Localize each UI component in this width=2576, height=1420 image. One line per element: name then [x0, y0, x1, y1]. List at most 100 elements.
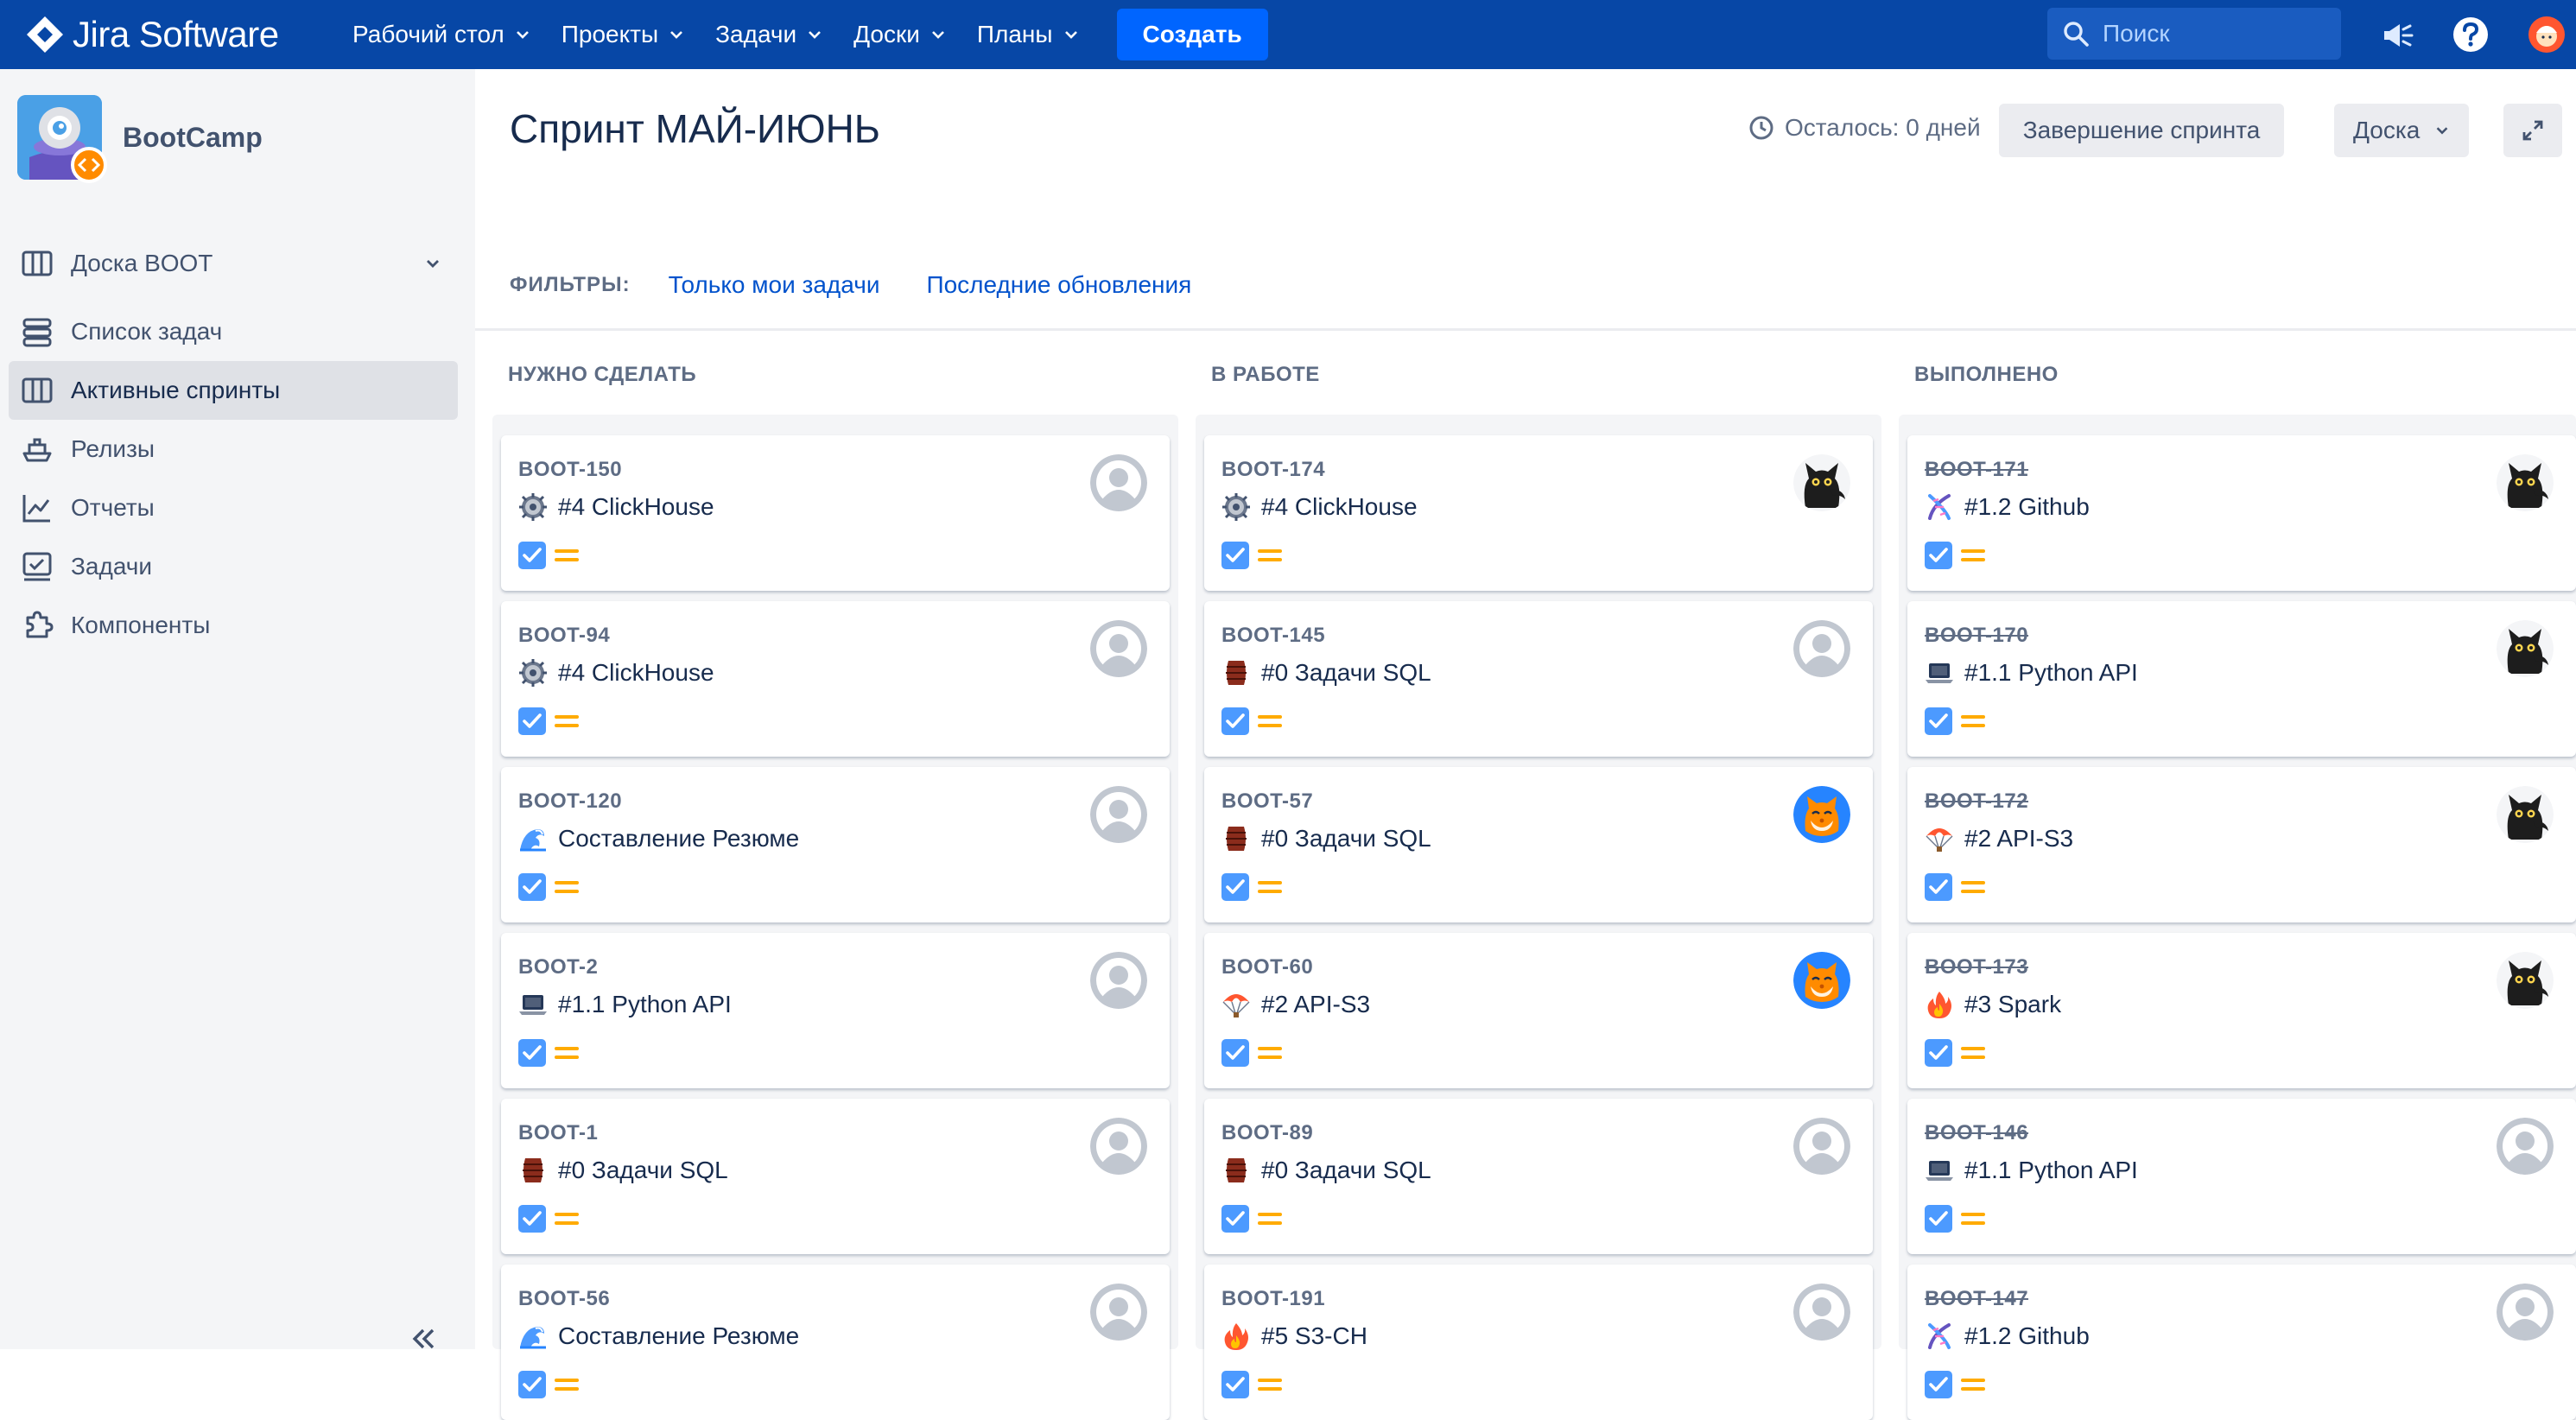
issue-card[interactable]: BOOT-89 #0 Задачи SQL — [1204, 1099, 1873, 1254]
issue-card[interactable]: BOOT-174 #4 ClickHouse — [1204, 435, 1873, 591]
assignee-avatar[interactable] — [1090, 620, 1147, 677]
issue-card[interactable]: BOOT-145 #0 Задачи SQL — [1204, 601, 1873, 757]
assignee-avatar[interactable] — [1090, 454, 1147, 511]
issue-key[interactable]: BOOT-120 — [518, 789, 622, 814]
issue-summary: #1.2 Github — [1925, 1322, 2090, 1351]
assignee-avatar[interactable] — [2497, 1284, 2554, 1341]
assignee-avatar[interactable] — [1793, 1118, 1850, 1175]
issue-key[interactable]: BOOT-173 — [1925, 955, 2028, 979]
project-sidebar: BootCamp Доска BOOT Список задач Активны… — [0, 69, 475, 1349]
issue-key[interactable]: BOOT-89 — [1221, 1121, 1313, 1145]
issue-card[interactable]: BOOT-170 #1.1 Python API — [1907, 601, 2576, 757]
nav-dashboard[interactable]: Рабочий стол — [352, 21, 532, 48]
issue-card[interactable]: BOOT-171 #1.2 Github — [1907, 435, 2576, 591]
issue-summary: #5 S3-CH — [1221, 1322, 1367, 1351]
nav-projects[interactable]: Проекты — [562, 21, 686, 48]
assignee-avatar[interactable] — [1793, 786, 1850, 843]
assignee-avatar[interactable] — [1090, 1118, 1147, 1175]
complete-sprint-button[interactable]: Завершение спринта — [1999, 104, 2284, 157]
assignee-avatar[interactable] — [1090, 1284, 1147, 1341]
issue-card[interactable]: BOOT-191 #5 S3-CH — [1204, 1265, 1873, 1420]
issue-key[interactable]: BOOT-1 — [518, 1121, 598, 1145]
assignee-avatar[interactable] — [1793, 454, 1850, 511]
create-button[interactable]: Создать — [1116, 9, 1268, 60]
issue-key[interactable]: BOOT-57 — [1221, 789, 1313, 814]
issue-key[interactable]: BOOT-171 — [1925, 458, 2028, 482]
issue-card[interactable]: BOOT-94 #4 ClickHouse — [501, 601, 1170, 757]
issue-key[interactable]: BOOT-94 — [518, 624, 610, 648]
assignee-avatar[interactable] — [1090, 786, 1147, 843]
help-icon[interactable] — [2452, 16, 2490, 54]
issue-summary-text: #4 ClickHouse — [558, 493, 714, 520]
issue-card[interactable]: BOOT-146 #1.1 Python API — [1907, 1099, 2576, 1254]
issue-summary: #4 ClickHouse — [1221, 492, 1418, 522]
sidebar-item-issues[interactable]: Задачи — [9, 537, 458, 596]
task-type-icon — [518, 542, 546, 569]
assignee-avatar[interactable] — [2497, 1118, 2554, 1175]
task-type-icon — [1221, 1039, 1249, 1067]
assignee-avatar[interactable] — [2497, 786, 2554, 843]
laptop-icon — [518, 990, 548, 1019]
gear-icon — [518, 658, 548, 688]
issue-key[interactable]: BOOT-172 — [1925, 789, 2028, 814]
priority-medium-icon — [1961, 1043, 1985, 1063]
sidebar-item-backlog[interactable]: Список задач — [9, 302, 458, 361]
issue-card[interactable]: BOOT-147 #1.2 Github — [1907, 1265, 2576, 1420]
assignee-avatar[interactable] — [2497, 952, 2554, 1009]
search-input[interactable] — [2103, 20, 2319, 48]
issue-card[interactable]: BOOT-150 #4 ClickHouse — [501, 435, 1170, 591]
issue-key[interactable]: BOOT-56 — [518, 1287, 610, 1311]
assignee-avatar[interactable] — [1793, 1284, 1850, 1341]
issue-summary: #0 Задачи SQL — [1221, 824, 1431, 853]
issue-key[interactable]: BOOT-170 — [1925, 624, 2028, 648]
board-view-select[interactable]: Доска — [2334, 104, 2469, 157]
issue-card[interactable]: BOOT-172 #2 API-S3 — [1907, 767, 2576, 922]
issue-key[interactable]: BOOT-147 — [1925, 1287, 2028, 1311]
megaphone-icon[interactable] — [2377, 16, 2415, 54]
assignee-avatar[interactable] — [2497, 454, 2554, 511]
issue-summary-text: #1.1 Python API — [1964, 659, 2138, 686]
issue-key[interactable]: BOOT-60 — [1221, 955, 1313, 979]
assignee-avatar[interactable] — [1793, 620, 1850, 677]
issue-key[interactable]: BOOT-191 — [1221, 1287, 1325, 1311]
project-header[interactable]: BootCamp — [17, 95, 263, 183]
nav-issues[interactable]: Задачи — [715, 21, 824, 48]
jira-logo[interactable]: Jira Software — [24, 14, 352, 55]
issue-card[interactable]: BOOT-57 #0 Задачи SQL — [1204, 767, 1873, 922]
priority-medium-icon — [1258, 877, 1282, 897]
issue-card[interactable]: BOOT-120 Составление Резюме — [501, 767, 1170, 922]
assignee-avatar[interactable] — [1793, 952, 1850, 1009]
sidebar-item-active-sprints[interactable]: Активные спринты — [9, 361, 458, 420]
sidebar-item-components[interactable]: Компоненты — [9, 596, 458, 655]
issue-key[interactable]: BOOT-174 — [1221, 458, 1325, 482]
filter-only-my-issues[interactable]: Только мои задачи — [669, 271, 880, 299]
issue-summary-text: #1.1 Python API — [1964, 1157, 2138, 1183]
nav-boards[interactable]: Доски — [853, 21, 948, 48]
nav-plans[interactable]: Планы — [977, 21, 1081, 48]
sidebar-item-reports[interactable]: Отчеты — [9, 479, 458, 537]
issue-key[interactable]: BOOT-145 — [1221, 624, 1325, 648]
issue-key[interactable]: BOOT-2 — [518, 955, 598, 979]
issue-key[interactable]: BOOT-146 — [1925, 1121, 2028, 1145]
search-box[interactable] — [2047, 8, 2341, 60]
issue-card[interactable]: BOOT-56 Составление Резюме — [501, 1265, 1170, 1420]
priority-medium-icon — [555, 877, 579, 897]
page-title: Спринт МАЙ-ИЮНЬ — [510, 106, 880, 151]
sidebar-item-releases[interactable]: Релизы — [9, 420, 458, 479]
column-header-in-progress: В РАБОТЕ — [1211, 363, 1320, 386]
fullscreen-button[interactable] — [2503, 104, 2562, 157]
collapse-sidebar-icon[interactable] — [406, 1322, 441, 1356]
user-avatar-icon[interactable] — [2528, 16, 2566, 54]
issue-summary: #1.1 Python API — [1925, 1156, 2138, 1185]
chart-icon — [22, 495, 50, 523]
filter-recently-updated[interactable]: Последние обновления — [926, 271, 1191, 299]
assignee-avatar[interactable] — [2497, 620, 2554, 677]
assignee-avatar[interactable] — [1090, 952, 1147, 1009]
issue-key[interactable]: BOOT-150 — [518, 458, 622, 482]
issue-card[interactable]: BOOT-1 #0 Задачи SQL — [501, 1099, 1170, 1254]
board-switcher[interactable]: Доска BOOT — [21, 242, 453, 285]
top-navigation: Jira Software Рабочий стол Проекты Задач… — [0, 0, 2576, 69]
issue-card[interactable]: BOOT-60 #2 API-S3 — [1204, 933, 1873, 1088]
issue-card[interactable]: BOOT-173 #3 Spark — [1907, 933, 2576, 1088]
issue-card[interactable]: BOOT-2 #1.1 Python API — [501, 933, 1170, 1088]
